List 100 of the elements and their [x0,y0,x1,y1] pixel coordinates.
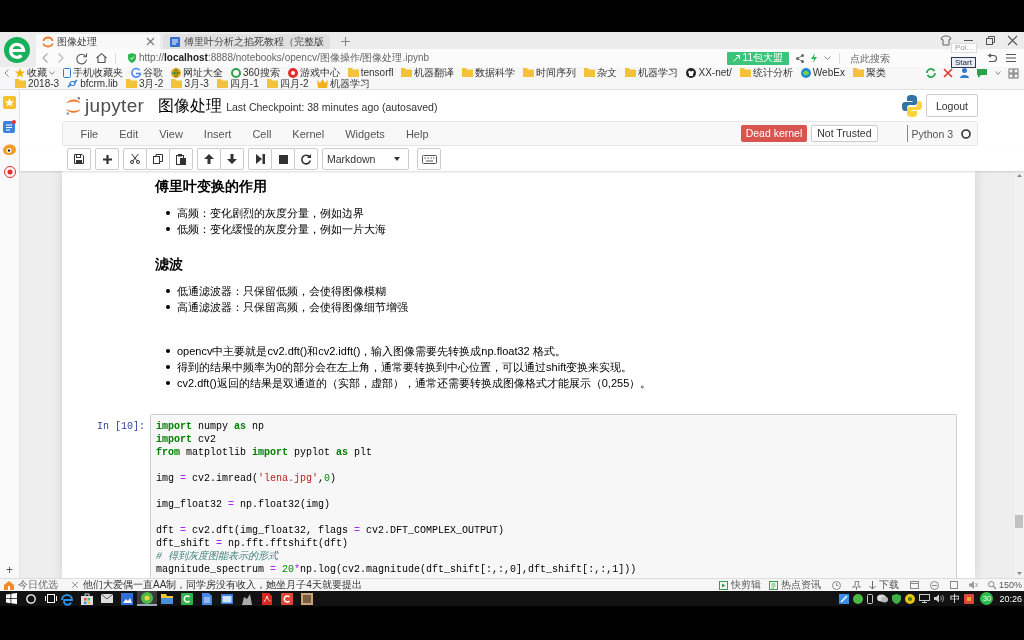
bookmark[interactable]: 杂文 [584,67,618,78]
run-button[interactable] [248,148,272,170]
keyboard-button[interactable] [417,148,441,170]
menu-item[interactable]: File [70,126,109,141]
bookmark[interactable]: 3月-3 [171,78,209,89]
window-icon[interactable] [909,581,919,589]
bookmark[interactable]: 谷歌 [131,67,163,78]
person-icon[interactable] [960,68,969,78]
input-method-indicator[interactable]: 中 [950,592,961,605]
bookmark[interactable]: tensorfl [347,67,394,78]
bookmark[interactable]: 3月-2 [125,78,164,89]
shield-icon[interactable] [892,593,902,604]
grid-icon[interactable] [1009,68,1018,78]
target-icon[interactable] [3,166,16,178]
chevron-down-icon[interactable] [824,56,831,60]
notebook-title[interactable]: 图像处理 [158,95,223,116]
bookmark[interactable]: 360搜索 [231,67,280,78]
star-icon[interactable] [3,96,16,109]
home-icon[interactable] [96,53,107,63]
caret-up-icon[interactable] [1016,174,1022,177]
save-button[interactable] [67,148,91,170]
browser-tab[interactable]: 图像处理 [36,34,160,49]
clock[interactable]: 20:26 [999,592,1022,605]
cell-type-dropdown[interactable]: Markdown [322,148,409,170]
undo-icon[interactable] [987,53,997,63]
shirt-icon[interactable] [941,36,951,45]
close-icon[interactable] [944,69,952,77]
bookmark[interactable]: 聚类 [852,67,886,78]
start-button[interactable]: Start [951,57,976,68]
close-icon[interactable] [72,582,78,588]
interrupt-button[interactable] [271,148,295,170]
globe-icon[interactable] [853,593,864,604]
bookmark[interactable]: 收藏 [15,67,55,78]
kernel-status-indicator[interactable]: Dead kernel [740,125,808,142]
menu-item[interactable]: Insert [193,126,242,141]
caret-down-icon[interactable] [1016,572,1022,575]
search-field[interactable]: 点此搜索 [848,51,926,65]
menu-item[interactable]: Widgets [334,126,396,141]
bookmark[interactable]: XX-net/ [686,67,732,78]
insert-cell-button[interactable] [95,148,119,170]
paste-button[interactable] [169,148,193,170]
monitor-icon[interactable] [919,594,931,603]
bookmark[interactable]: 机器翻译 [401,67,455,78]
today-label[interactable]: 今日优选 [18,579,58,591]
bookmark[interactable]: 机器学习 [625,67,679,78]
logout-button[interactable]: Logout [925,94,978,117]
menu-item[interactable]: View [148,126,194,141]
bookmark[interactable]: 数据科学 [462,67,516,78]
copy-button[interactable] [146,148,170,170]
menu-item[interactable]: Cell [241,126,282,141]
pin-icon[interactable] [851,580,861,590]
scrollbar[interactable] [1014,171,1024,578]
browser-logo-icon[interactable] [4,36,30,63]
clip-button[interactable]: 快剪辑 [718,579,761,591]
cut-button[interactable] [123,148,147,170]
bookmark[interactable]: 网址大全 [171,67,223,78]
history-icon[interactable] [831,580,841,590]
scrollbar-thumb[interactable] [1015,515,1023,528]
browser-tab[interactable]: 傅里叶分析之掐死教程（完整版 [163,34,330,49]
bookmark[interactable]: 四月-1 [216,78,259,89]
close-icon[interactable] [1008,36,1017,45]
chevron-down-icon[interactable] [995,71,1001,75]
bookmark[interactable]: WebEx [800,67,845,78]
add-button[interactable]: + [6,564,13,576]
download-button[interactable]: 下载 [868,579,899,591]
circle-icon[interactable] [905,593,916,604]
menu-item[interactable]: Help [395,126,439,141]
plus-icon[interactable] [341,37,350,46]
move-down-button[interactable] [220,148,244,170]
search-icon[interactable] [26,593,36,604]
taskbar-button[interactable] [137,591,157,606]
zoom-button[interactable]: 150% [987,579,1022,591]
bookmark[interactable]: 游戏中心 [287,67,340,78]
news-headline[interactable]: 他们大爱偶一直AA制，同学房没有收入，她坐月子4天就要提出 [83,579,362,591]
menu-item[interactable]: Edit [108,126,149,141]
share-icon[interactable] [796,53,804,63]
hot-news-button[interactable]: 热点资讯 [768,579,821,591]
restore-icon[interactable] [986,36,995,45]
news-icon[interactable] [3,120,16,133]
speaker-icon[interactable] [934,594,945,603]
bookmark[interactable]: 手机收藏夹 [63,67,123,78]
task-view-icon[interactable] [45,594,57,603]
chevron-left-icon[interactable] [4,69,9,77]
address-field[interactable]: http://localhost:8888/notebooks/opencv/图像操作/图像处理.ipynb [139,52,430,64]
bookmark[interactable]: 时间序列 [523,67,577,78]
app-icon[interactable] [964,593,975,604]
code-input[interactable] [150,414,957,578]
sync-icon[interactable] [926,68,936,78]
bookmark[interactable]: 统计分析 [739,67,793,78]
bookmark[interactable]: 四月-2 [266,78,309,89]
chat-icon[interactable] [877,594,889,603]
move-up-button[interactable] [197,148,221,170]
eye-icon[interactable] [3,144,16,155]
menu-icon[interactable] [1006,54,1016,62]
restart-button[interactable] [294,148,318,170]
bookmark[interactable]: bfcrm.lib [67,78,118,89]
menu-item[interactable]: Kernel [281,126,335,141]
close-icon[interactable] [147,38,154,45]
phone-icon[interactable] [867,593,874,604]
windows-icon[interactable] [6,593,17,604]
